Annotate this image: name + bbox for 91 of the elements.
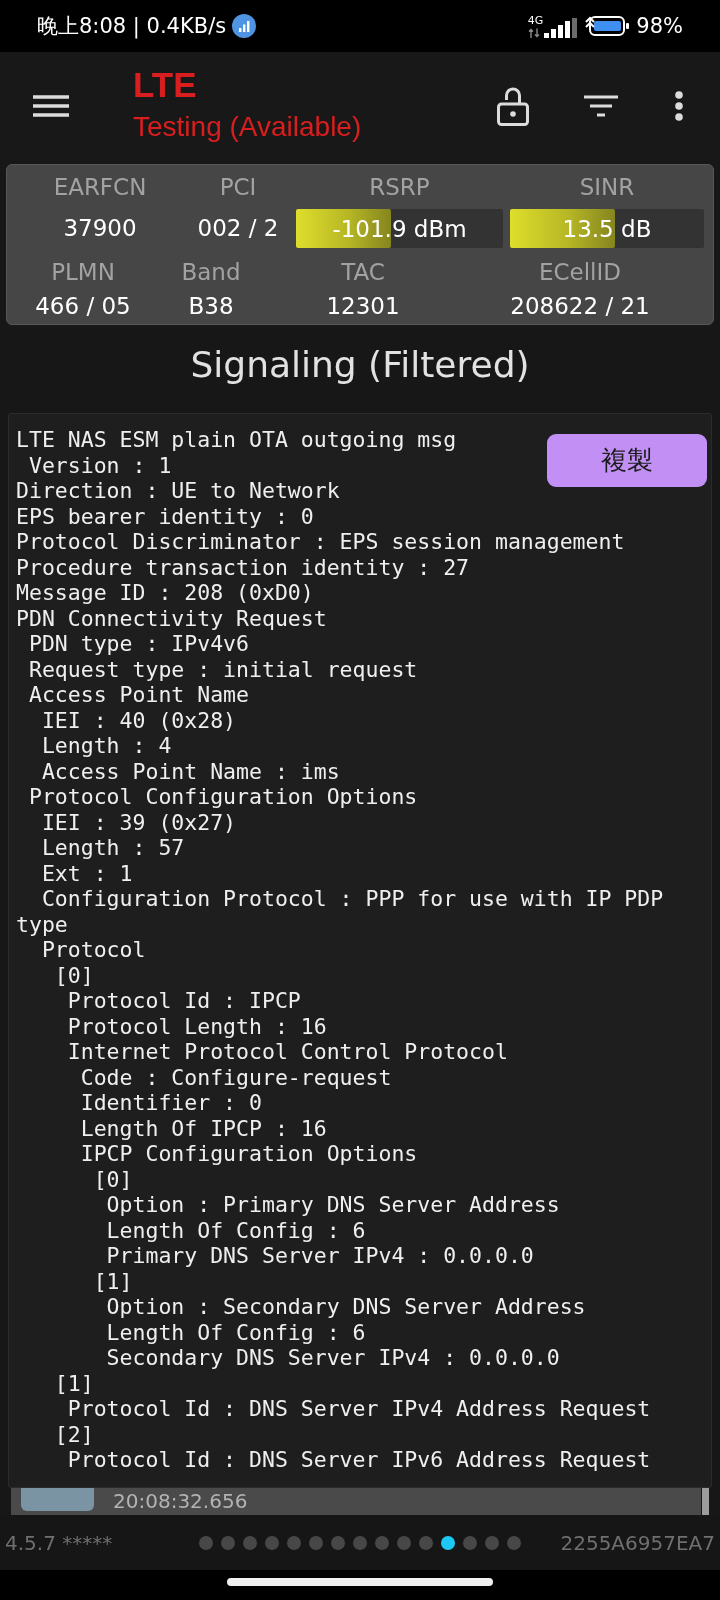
message-line: [1] — [53, 1370, 94, 1396]
page-dot[interactable] — [463, 1535, 477, 1550]
message-line: Access Point Name — [27, 682, 249, 708]
field-value: 466 / 05 — [35, 292, 131, 321]
battery-icon — [585, 14, 632, 38]
filter-icon[interactable] — [584, 94, 618, 118]
field-label: Band — [181, 258, 241, 287]
page-dot[interactable] — [199, 1535, 213, 1550]
message-line: Protocol Configuration Options — [27, 784, 418, 810]
field-value: B38 — [188, 292, 234, 321]
field-value: 208622 / 21 — [510, 292, 650, 321]
page-dot[interactable] — [353, 1535, 367, 1550]
app-title: LTE — [133, 67, 198, 103]
menu-icon[interactable] — [33, 94, 69, 118]
page-dot[interactable] — [221, 1535, 235, 1550]
page-dot[interactable] — [507, 1535, 521, 1550]
message-line: PDN type : IPv4v6 — [27, 631, 249, 657]
network-type: 4G — [527, 15, 544, 27]
message-line: Protocol Length : 16 — [66, 1013, 327, 1039]
message-line: Access Point Name : ims — [40, 758, 340, 784]
message-line: Length : 57 — [40, 835, 185, 861]
message-line: Option : Primary DNS Server Address — [105, 1192, 560, 1218]
message-line: Procedure transaction identity : 27 — [16, 554, 470, 580]
field-label: SINR — [579, 173, 635, 202]
message-line: IEI : 39 (0x27) — [40, 809, 237, 835]
message-line: Protocol Discriminator : EPS session management — [16, 529, 625, 555]
message-line: Protocol Id : IPCP — [66, 988, 301, 1014]
version-label: 4.5.7 ***** — [5, 1530, 113, 1555]
message-line: Configuration Protocol : PPP for use with IP PDP type — [16, 886, 665, 937]
field-label: RSRP — [369, 173, 430, 202]
message-line: Length Of IPCP : 16 — [79, 1115, 327, 1141]
message-line: Internet Protocol Control Protocol — [66, 1039, 508, 1065]
battery-percent: 98% — [636, 14, 683, 38]
message-line: Code : Configure-request — [79, 1064, 392, 1090]
message-line: Protocol — [40, 937, 146, 963]
page-dot[interactable] — [331, 1535, 345, 1550]
page-dot[interactable] — [265, 1535, 279, 1550]
device-id: 2255A6957EA7 — [560, 1530, 715, 1555]
message-line: [0] — [53, 962, 94, 988]
message-line: LTE NAS ESM plain OTA outgoing msg — [16, 427, 457, 453]
page-dot[interactable] — [243, 1535, 257, 1550]
message-line: Length Of Config : 6 — [105, 1319, 366, 1345]
copy-button[interactable]: 複製 — [547, 434, 707, 487]
message-line: Protocol Id : DNS Server IPv6 Address Request — [66, 1447, 651, 1473]
message-line: Length Of Config : 6 — [105, 1217, 366, 1243]
message-line: EPS bearer identity : 0 — [16, 503, 314, 529]
message-line: Version : 1 — [27, 452, 172, 478]
message-line: Secondary DNS Server IPv4 : 0.0.0.0 — [105, 1345, 560, 1371]
field-label: TAC — [341, 258, 385, 287]
message-line: Ext : 1 — [40, 860, 133, 886]
field-label: PCI — [219, 173, 257, 202]
meter-reading: 13.5 dB — [562, 214, 652, 244]
message-line: IPCP Configuration Options — [79, 1141, 418, 1167]
field-value: 37900 — [63, 214, 137, 243]
message-line: Message ID : 208 (0xD0) — [16, 580, 314, 606]
field-label: PLMN — [51, 258, 115, 287]
field-value: 12301 — [326, 292, 400, 321]
timestamp: 20:08:32.656 — [113, 1488, 248, 1515]
field-value: 002 / 2 — [197, 214, 279, 243]
field-label: EARFCN — [53, 173, 147, 202]
message-line: Option : Secondary DNS Server Address — [105, 1294, 586, 1320]
message-line: IEI : 40 (0x28) — [40, 707, 237, 733]
status-time-speed: 晚上8:08 | 0.4KB/s — [37, 13, 227, 39]
message-line: Length : 4 — [40, 733, 172, 759]
page-dot[interactable] — [397, 1535, 411, 1550]
message-line: Request type : initial request — [27, 656, 418, 682]
signal-list-row[interactable]: 20:08:32.656 — [11, 1488, 701, 1515]
message-line: Identifier : 0 — [79, 1090, 262, 1116]
signal-circle-icon — [232, 14, 257, 38]
message-line: [0] — [92, 1166, 133, 1192]
message-line: [2] — [53, 1421, 94, 1447]
page-dot[interactable] — [375, 1535, 389, 1550]
field-label: ECellID — [539, 258, 621, 287]
page-dot[interactable] — [441, 1535, 455, 1550]
more-options-icon[interactable] — [675, 91, 683, 121]
message-line: [1] — [92, 1268, 133, 1294]
message-line: Protocol Id : DNS Server IPv4 Address Request — [66, 1396, 651, 1422]
page-dot[interactable] — [419, 1535, 433, 1550]
open-lock-icon[interactable] — [497, 86, 529, 126]
page-dot[interactable] — [485, 1535, 499, 1550]
message-line: Primary DNS Server IPv4 : 0.0.0.0 — [105, 1243, 534, 1269]
page-dot[interactable] — [309, 1535, 323, 1550]
signal-bars-icon — [544, 18, 578, 38]
meter-reading: -101.9 dBm — [332, 214, 467, 244]
data-arrows-icon — [527, 28, 540, 38]
page-dot[interactable] — [287, 1535, 301, 1550]
message-line: PDN Connectivity Request — [16, 605, 327, 631]
section-title: Signaling (Filtered) — [190, 343, 530, 387]
scrollbar-thumb[interactable] — [702, 1488, 709, 1515]
message-line: Direction : UE to Network — [16, 478, 340, 504]
status-subtitle: Testing (Available) — [133, 110, 362, 144]
